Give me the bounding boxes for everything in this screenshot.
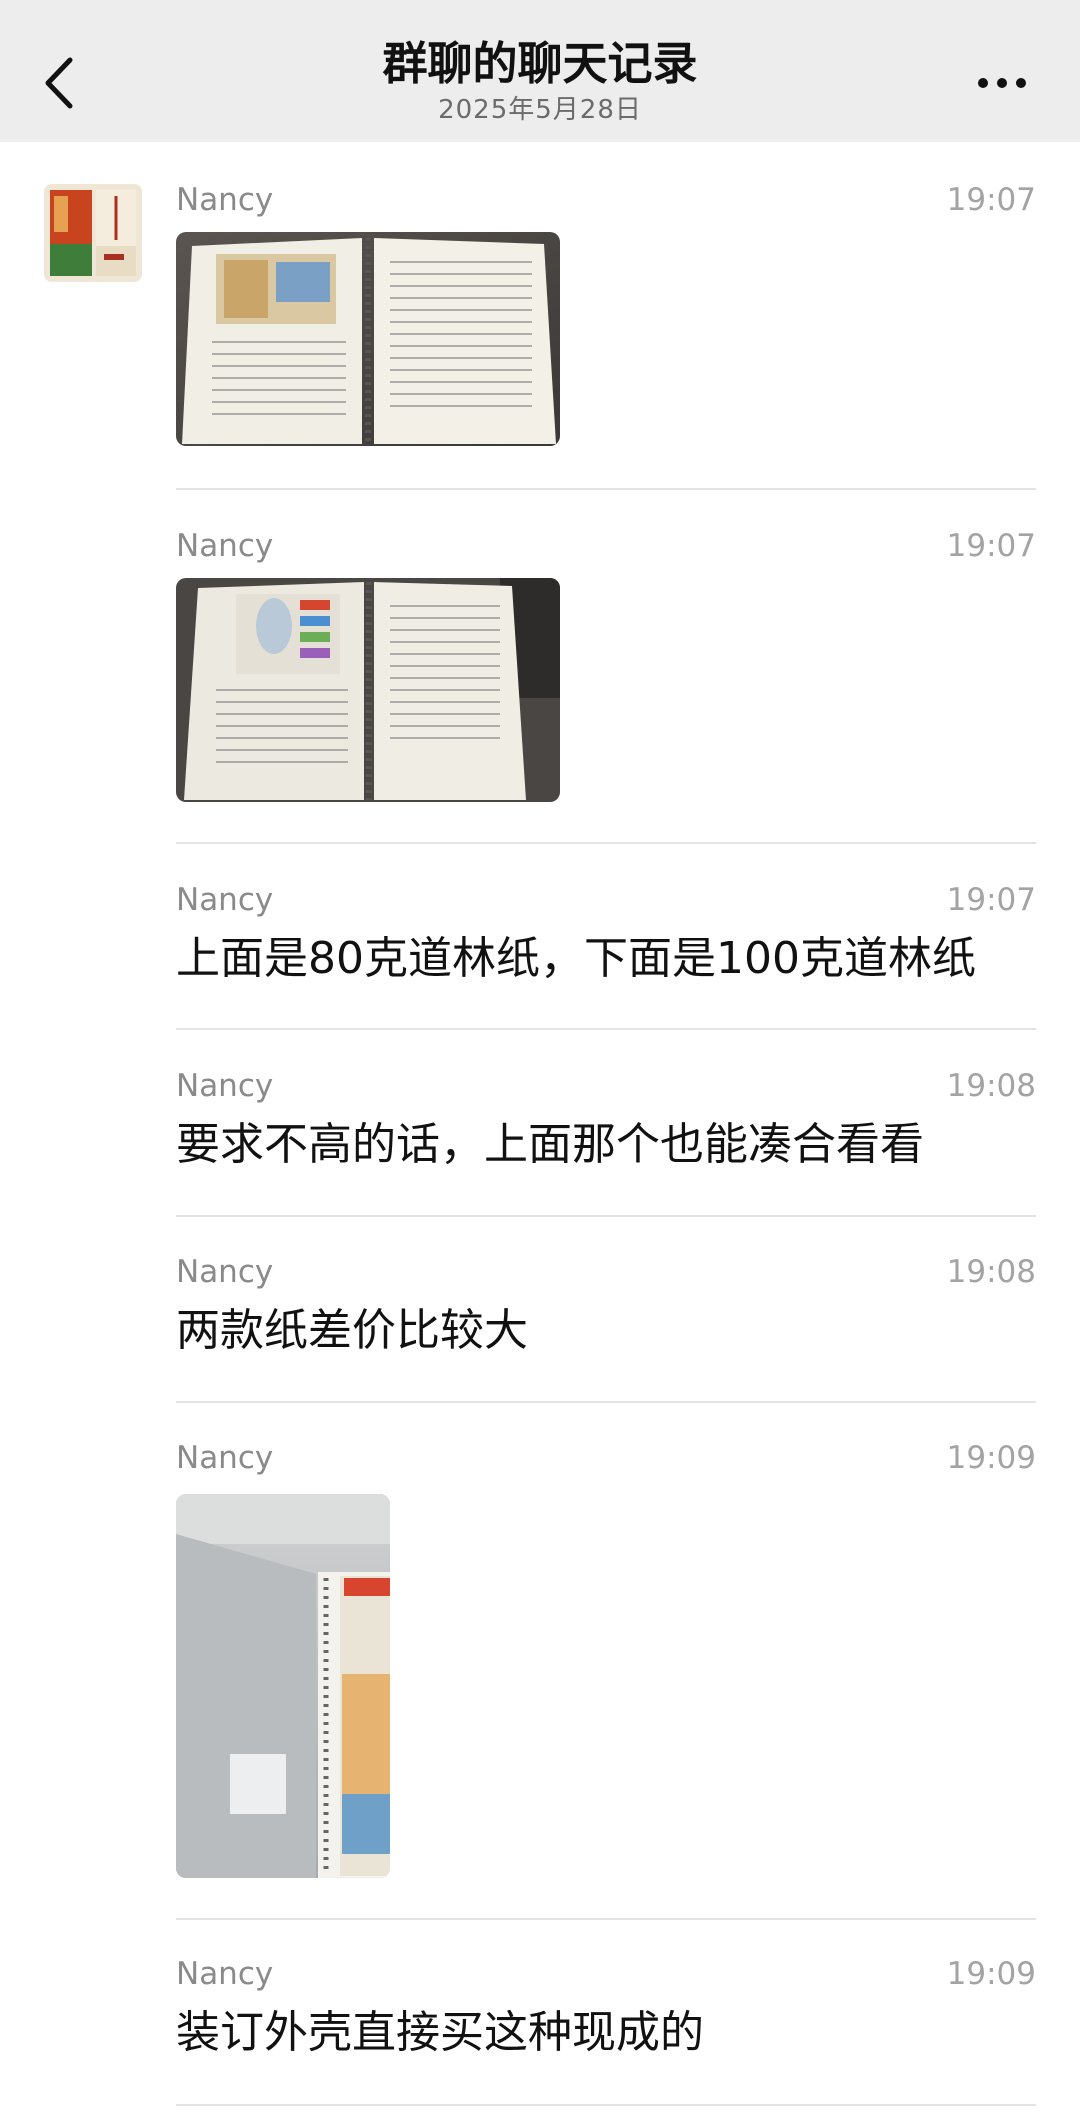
message-item: Nancy 19:09 <box>176 1438 1036 1880</box>
message-text: 要求不高的话，上面那个也能凑合看看 <box>176 1119 924 1170</box>
chevron-left-icon <box>45 57 73 109</box>
message-item: Nancy 19:08 两款纸差价比较大 <box>176 1252 1036 1372</box>
message-time: 19:09 <box>946 1956 1036 1992</box>
sender-name: Nancy <box>176 1254 274 1290</box>
sender-name: Nancy <box>176 882 274 918</box>
message-text: 装订外壳直接买这种现成的 <box>176 2007 704 2058</box>
message-item: Nancy 19:07 <box>176 180 1036 450</box>
page-date: 2025年5月28日 <box>438 95 642 125</box>
sender-name: Nancy <box>176 1440 274 1476</box>
message-item: Nancy 19:07 上面是80克道林纸，下面是100克道林纸 <box>176 880 1036 1000</box>
sender-name: Nancy <box>176 528 274 564</box>
divider <box>176 1028 1036 1030</box>
title-block: 群聊的聊天记录 2025年5月28日 <box>240 36 840 128</box>
message-text: 上面是80克道林纸，下面是100克道林纸 <box>176 933 976 984</box>
divider <box>176 1215 1036 1217</box>
avatar[interactable] <box>44 184 142 282</box>
avatar-image <box>44 184 142 282</box>
sender-name: Nancy <box>176 182 274 218</box>
page-title: 群聊的聊天记录 <box>382 37 698 90</box>
message-time: 19:08 <box>946 1254 1036 1290</box>
message-time: 19:09 <box>946 1440 1036 1476</box>
photo-message[interactable] <box>176 232 560 446</box>
more-button[interactable] <box>966 60 1038 104</box>
message-time: 19:08 <box>946 1068 1036 1104</box>
divider <box>176 842 1036 844</box>
divider <box>176 1401 1036 1403</box>
nav-bar: 群聊的聊天记录 2025年5月28日 <box>0 0 1080 142</box>
more-dots-icon <box>978 78 988 88</box>
photo-message[interactable] <box>176 1494 390 1878</box>
message-time: 19:07 <box>946 182 1036 218</box>
photo-message[interactable] <box>176 578 560 802</box>
back-button[interactable] <box>28 44 92 120</box>
message-text: 两款纸差价比较大 <box>176 1305 528 1356</box>
message-time: 19:07 <box>946 528 1036 564</box>
message-item: Nancy 19:09 装订外壳直接买这种现成的 <box>176 1954 1036 2074</box>
message-item: Nancy 19:08 要求不高的话，上面那个也能凑合看看 <box>176 1066 1036 1186</box>
sender-name: Nancy <box>176 1956 274 1992</box>
divider <box>176 1918 1036 1920</box>
divider <box>176 2104 1036 2106</box>
message-item: Nancy 19:07 <box>176 526 1036 806</box>
sender-name: Nancy <box>176 1068 274 1104</box>
divider <box>176 488 1036 490</box>
message-time: 19:07 <box>946 882 1036 918</box>
